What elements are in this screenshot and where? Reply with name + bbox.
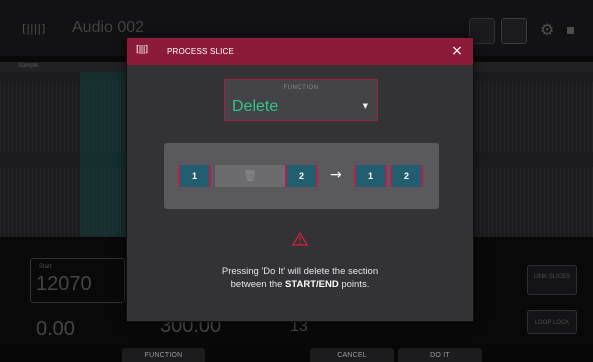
- dialog-title: PROCESS SLICE: [167, 47, 235, 56]
- slice-before-1: 1: [178, 165, 211, 187]
- message-bold: START/END: [285, 279, 339, 290]
- close-icon[interactable]: ×: [449, 42, 465, 60]
- function-select[interactable]: FUNCTION Delete ▼: [224, 79, 378, 121]
- slice-before-2: 2: [285, 165, 318, 187]
- warning-icon: [292, 232, 308, 246]
- function-select-value: Delete: [232, 98, 279, 115]
- message-line-2: between the START/END points.: [127, 278, 473, 291]
- message-line-1: Pressing 'Do It' will delete the section: [221, 266, 379, 277]
- slice-after-1: 1: [354, 165, 387, 187]
- delete-diagram: 1 🗑 2 → 1 2: [164, 143, 439, 209]
- trash-icon: 🗑: [215, 165, 285, 187]
- chevron-down-icon: ▼: [362, 102, 368, 110]
- message-post: points.: [338, 279, 370, 290]
- arrow-right-icon: →: [330, 167, 342, 183]
- dialog-header: [|||] PROCESS SLICE ×: [127, 38, 473, 65]
- process-slice-dialog: [|||] PROCESS SLICE × FUNCTION Delete ▼ …: [126, 37, 474, 322]
- message-between: between the: [230, 279, 286, 290]
- dialog-message: Pressing 'Do It' will delete the section…: [127, 265, 473, 291]
- slice-after-2: 2: [390, 165, 423, 187]
- dialog-logo-icon: [|||]: [136, 45, 148, 55]
- function-select-label: FUNCTION: [283, 85, 319, 91]
